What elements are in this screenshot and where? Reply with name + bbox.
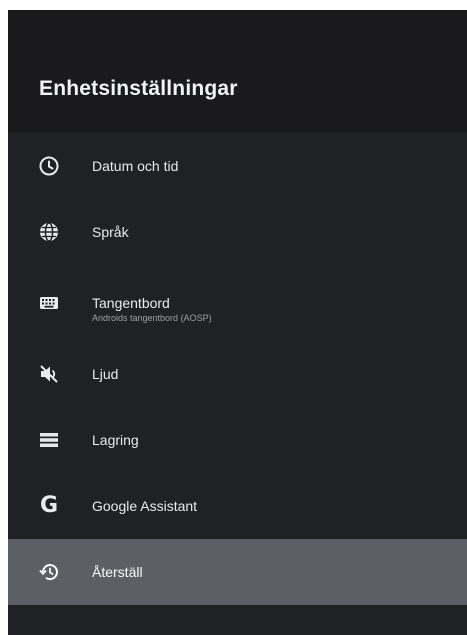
volume-off-icon bbox=[38, 363, 60, 385]
page-title: Enhetsinställningar bbox=[39, 77, 238, 100]
keyboard-icon bbox=[38, 292, 60, 314]
storage-icon bbox=[38, 429, 60, 451]
globe-icon bbox=[38, 221, 60, 243]
menu-item-label: Tangentbord bbox=[92, 295, 170, 311]
menu-item-datum-och-tid[interactable]: Datum och tid bbox=[8, 133, 467, 199]
header: Enhetsinställningar bbox=[8, 10, 467, 133]
settings-panel: Enhetsinställningar Datum och tid Språk … bbox=[8, 10, 467, 635]
restore-icon bbox=[38, 561, 60, 583]
menu-item-label: Lagring bbox=[92, 432, 139, 448]
menu-item-sublabel: Androids tangentbord (AOSP) bbox=[92, 313, 212, 323]
menu-item-lagring[interactable]: Lagring bbox=[8, 407, 467, 473]
settings-list: Datum och tid Språk Tangentbord Androids… bbox=[8, 133, 467, 605]
menu-item-tangentbord[interactable]: Tangentbord Androids tangentbord (AOSP) bbox=[8, 265, 467, 341]
menu-item-label: Återställ bbox=[92, 564, 143, 580]
menu-item-label: Språk bbox=[92, 224, 129, 240]
menu-item-ljud[interactable]: Ljud bbox=[8, 341, 467, 407]
menu-item-google-assistant[interactable]: G Google Assistant bbox=[8, 473, 467, 539]
menu-item-label: Ljud bbox=[92, 366, 119, 382]
clock-icon bbox=[38, 155, 60, 177]
menu-item-aterstall[interactable]: Återställ bbox=[8, 539, 467, 605]
menu-item-label: Google Assistant bbox=[92, 498, 198, 514]
google-icon: G bbox=[39, 493, 59, 518]
menu-item-label: Datum och tid bbox=[92, 158, 179, 174]
menu-item-sprak[interactable]: Språk bbox=[8, 199, 467, 265]
